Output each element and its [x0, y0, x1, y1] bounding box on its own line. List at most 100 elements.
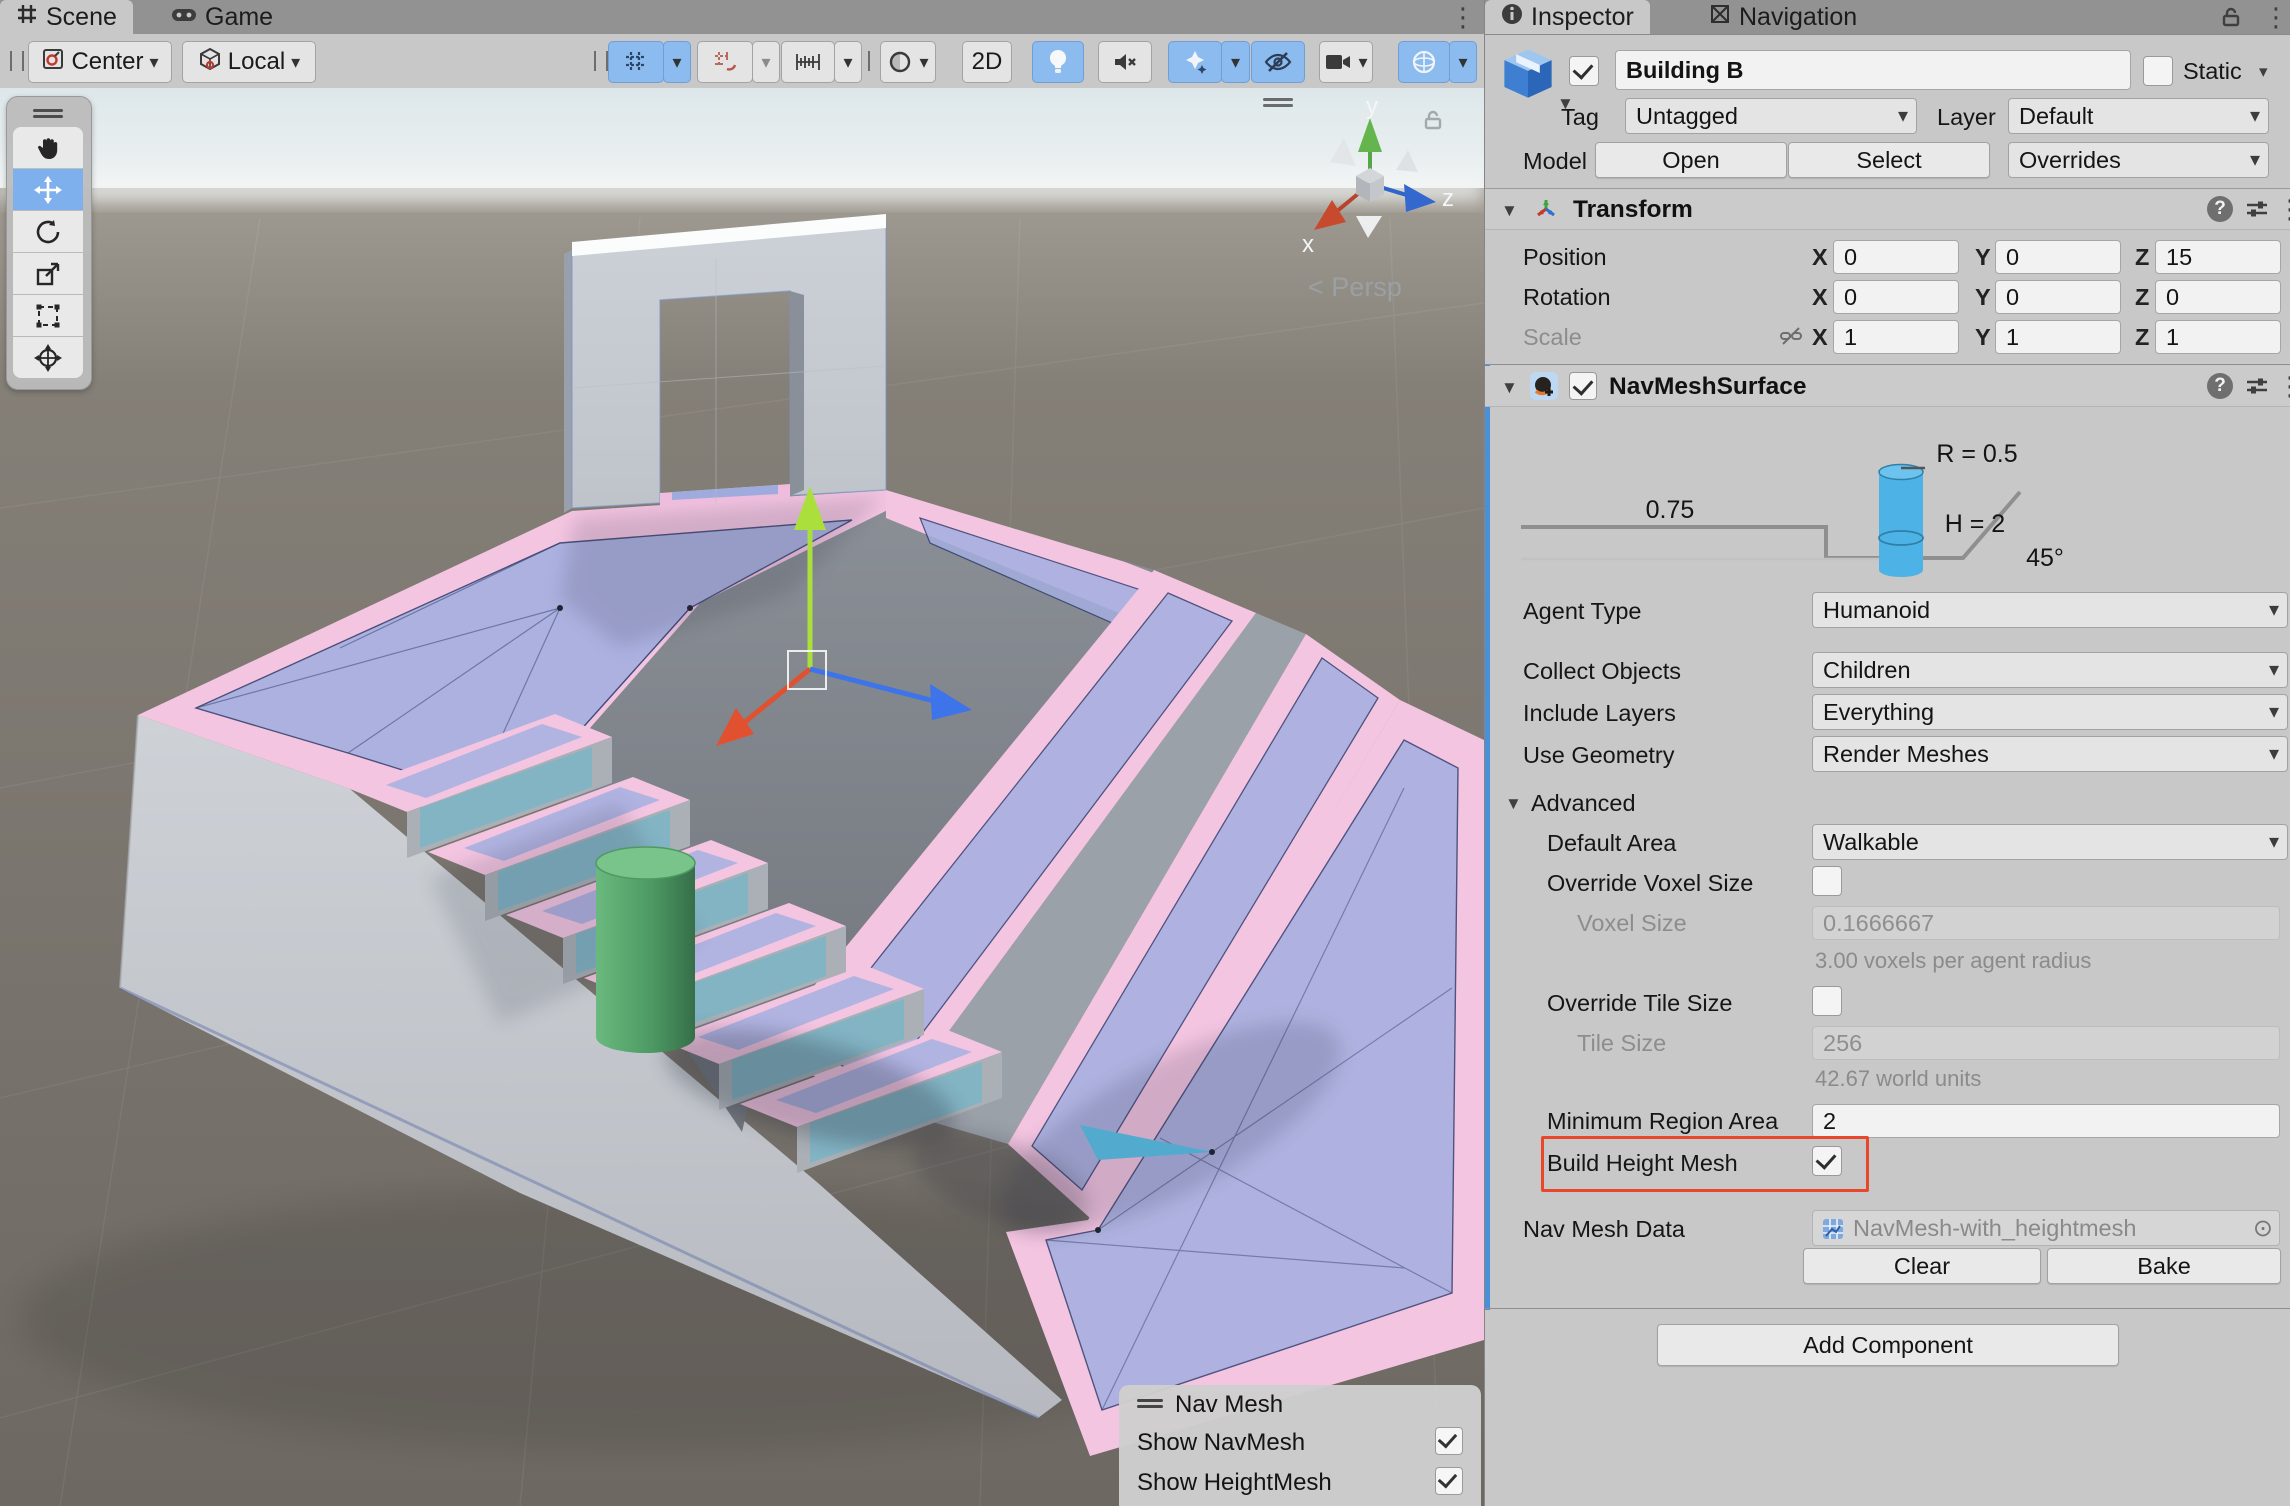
inspector-tabbar: Inspector Navigation ⋮	[1485, 0, 2290, 35]
tag-dropdown[interactable]: Untagged ▾	[1625, 98, 1917, 134]
scale-tool-button[interactable]	[13, 253, 83, 294]
static-options-icon[interactable]: ▾	[2259, 62, 2268, 82]
scene-visibility-button[interactable]	[1251, 41, 1305, 83]
orientation-mode-button[interactable]: Local ▾	[182, 41, 316, 83]
move-tool-button[interactable]	[13, 169, 83, 210]
clear-button[interactable]: Clear	[1803, 1248, 2041, 1284]
bake-button[interactable]: Bake	[2047, 1248, 2281, 1284]
toolbar-drag-handle[interactable]	[10, 51, 24, 71]
override-voxel-checkbox[interactable]	[1812, 866, 1842, 896]
scene-viewport[interactable]: y x z < Persp Nav Mesh Show NavMesh Show…	[0, 88, 1484, 1506]
advanced-label[interactable]: Advanced	[1531, 790, 1636, 817]
chevron-down-icon: ▾	[1358, 52, 1367, 73]
navmesh-menu-icon[interactable]: ⋮	[2277, 373, 2290, 399]
presets-icon[interactable]	[2245, 198, 2269, 225]
min-region-field[interactable]: 2	[1812, 1104, 2280, 1138]
pivot-mode-button[interactable]: Center ▾	[28, 41, 172, 83]
transform-menu-icon[interactable]: ⋮	[2277, 196, 2290, 222]
toolbar-drag-handle[interactable]	[594, 51, 608, 71]
rotate-tool-button[interactable]	[13, 211, 83, 252]
tab-inspector[interactable]: Inspector	[1485, 0, 1650, 34]
overlay-drag-handle[interactable]	[33, 109, 63, 112]
static-checkbox[interactable]	[2143, 56, 2173, 86]
scale-x-field[interactable]: 1	[1833, 320, 1959, 354]
help-icon[interactable]: ?	[2207, 196, 2233, 222]
default-area-label: Default Area	[1547, 830, 1676, 857]
hand-tool-button[interactable]	[13, 127, 83, 168]
axis-y-label: y	[1366, 100, 1378, 120]
layer-label: Layer	[1937, 104, 1996, 131]
rotation-x-field[interactable]: 0	[1833, 280, 1959, 314]
presets-icon[interactable]	[2245, 375, 2269, 402]
scale-y-field[interactable]: 1	[1995, 320, 2121, 354]
effects-button[interactable]	[1168, 41, 1222, 83]
tab-scene[interactable]: Scene	[0, 0, 133, 34]
transform-foldout-icon[interactable]: ▼	[1501, 201, 1518, 221]
gizmo-y-cone[interactable]	[1358, 118, 1382, 152]
agent-type-dropdown[interactable]: Humanoid ▾	[1812, 592, 2288, 628]
model-select-button[interactable]: Select	[1788, 142, 1990, 178]
transform-tool-button[interactable]	[13, 337, 83, 378]
draw-mode-button[interactable]: ▾	[880, 41, 936, 83]
use-geometry-dropdown[interactable]: Render Meshes ▾	[1812, 736, 2288, 772]
overrides-dropdown[interactable]: Overrides ▾	[2008, 142, 2269, 178]
help-icon[interactable]: ?	[2207, 373, 2233, 399]
add-component-button[interactable]: Add Component	[1657, 1324, 2119, 1366]
collect-objects-dropdown[interactable]: Children ▾	[1812, 652, 2288, 688]
navmesh-foldout-icon[interactable]: ▼	[1501, 378, 1518, 398]
chevron-down-icon: ▾	[1458, 52, 1467, 73]
transform-icon	[1533, 196, 1559, 227]
gameobject-active-checkbox[interactable]	[1569, 56, 1599, 86]
overlay-drag-handle[interactable]	[1137, 1405, 1163, 1408]
orientation-mode-label: Local	[228, 48, 285, 76]
grid-snapping-options-button[interactable]: ▾	[663, 41, 691, 83]
cube-icon	[198, 47, 222, 78]
position-z-field[interactable]: 15	[2155, 240, 2281, 274]
override-tile-checkbox[interactable]	[1812, 986, 1842, 1016]
grid-snapping-button[interactable]	[608, 41, 664, 83]
navmesh-enabled-checkbox[interactable]	[1569, 372, 1597, 400]
gameobject-name-field[interactable]: Building B	[1615, 50, 2131, 90]
build-height-mesh-checkbox[interactable]	[1812, 1146, 1842, 1176]
inspector-menu-icon[interactable]: ⋮	[2263, 4, 2289, 30]
show-heightmesh-checkbox[interactable]	[1435, 1467, 1463, 1495]
audio-mute-button[interactable]	[1098, 41, 1152, 83]
rotation-z-field[interactable]: 0	[2155, 280, 2281, 314]
agent-height-label: H = 2	[1945, 510, 2005, 538]
gizmos-options-button[interactable]: ▾	[1449, 41, 1477, 83]
nav-mesh-data-field[interactable]: NavMesh-with_heightmesh ⊙	[1812, 1210, 2280, 1246]
lock-icon[interactable]	[2221, 6, 2241, 33]
position-x-field[interactable]: 0	[1833, 240, 1959, 274]
scene-lighting-button[interactable]	[1032, 41, 1084, 83]
position-y-field[interactable]: 0	[1995, 240, 2121, 274]
projection-label[interactable]: < Persp	[1308, 272, 1402, 303]
tab-game[interactable]: Game	[155, 0, 289, 34]
overlay-drag-handle[interactable]	[33, 115, 63, 118]
show-navmesh-checkbox[interactable]	[1435, 1427, 1463, 1455]
measure-tool-button[interactable]	[781, 41, 835, 83]
gizmo-x-cone[interactable]	[1314, 200, 1346, 230]
rotation-y-field[interactable]: 0	[1995, 280, 2121, 314]
camera-settings-button[interactable]: ▾	[1319, 41, 1373, 83]
overlay-drag-handle[interactable]	[1137, 1399, 1163, 1402]
2d-mode-button[interactable]: 2D	[962, 41, 1012, 83]
snap-increment-options-button[interactable]: ▾	[752, 41, 780, 83]
effects-options-button[interactable]: ▾	[1221, 41, 1250, 83]
default-area-dropdown[interactable]: Walkable ▾	[1812, 824, 2288, 860]
link-broken-icon[interactable]	[1779, 324, 1803, 353]
scale-z-field[interactable]: 1	[2155, 320, 2281, 354]
rect-tool-button[interactable]	[13, 295, 83, 336]
tab-navigation[interactable]: Navigation	[1693, 0, 1873, 34]
gizmo-z-cone[interactable]	[1404, 184, 1436, 212]
orientation-gizmo-axes	[1314, 118, 1436, 238]
object-picker-icon[interactable]: ⊙	[2253, 1212, 2273, 1246]
advanced-foldout-icon[interactable]: ▼	[1505, 794, 1522, 814]
model-open-button[interactable]: Open	[1595, 142, 1787, 178]
include-layers-dropdown[interactable]: Everything ▾	[1812, 694, 2288, 730]
tile-size-label: Tile Size	[1577, 1030, 1666, 1057]
snap-increment-button[interactable]	[697, 41, 753, 83]
gizmos-button[interactable]	[1398, 41, 1450, 83]
scene-tab-menu-icon[interactable]: ⋮	[1450, 4, 1476, 30]
measure-options-button[interactable]: ▾	[834, 41, 862, 83]
layer-dropdown[interactable]: Default ▾	[2008, 98, 2269, 134]
